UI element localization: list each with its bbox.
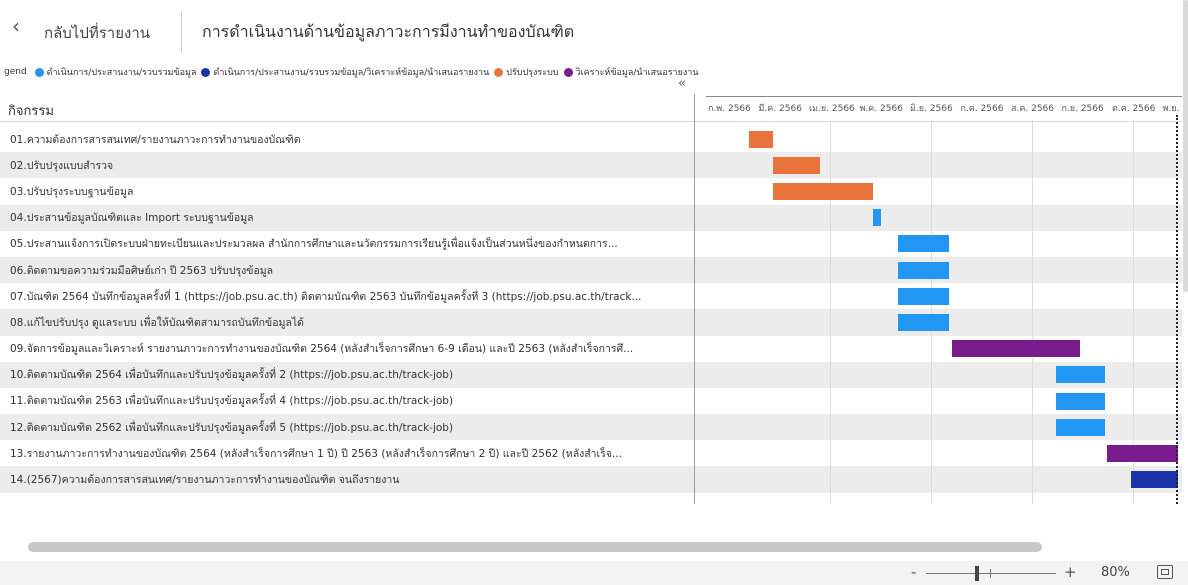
table-row[interactable]: 02.ปรับปรุงแบบสำรวจ [0,152,1182,179]
table-row[interactable]: 06.ติดตามขอความร่วมมือศิษย์เก่า ปี 2563 … [0,256,1182,284]
timeline-month-label: ส.ค. 2566 [1011,104,1055,114]
activity-label[interactable]: 14.(2567)ความต้องการสารสนเทศ/รายงานภาวะก… [10,471,694,488]
activity-label[interactable]: 12.ติดตามบัณฑิต 2562 เพื่อบันทึกและปรับป… [10,419,694,436]
legend-item-label: ดำเนินการ/ประสานงาน/รวบรวมข้อมูล [46,68,197,78]
table-row[interactable]: 10.ติดตามบัณฑิต 2564 เพื่อบันทึกและปรับป… [0,361,1182,388]
header-divider [181,12,182,52]
table-chart-divider[interactable] [694,94,695,504]
legend-item-collect-analyze[interactable]: ดำเนินการ/ประสานงาน/รวบรวมข้อมูล/วิเคราะ… [201,65,489,79]
activity-label[interactable]: 02.ปรับปรุงแบบสำรวจ [10,157,694,174]
table-row[interactable]: 14.(2567)ความต้องการสารสนเทศ/รายงานภาวะก… [0,466,1182,493]
timeline-gridline [830,122,831,504]
activity-column-header: กิจกรรม [8,104,54,119]
report-header: ‹ กลับไปที่รายงาน การดำเนินงานด้านข้อมูล… [0,0,1188,60]
table-row[interactable]: 12.ติดตามบัณฑิต 2562 เพื่อบันทึกและปรับป… [0,414,1182,441]
header-underline [0,121,1182,122]
legend-dot-icon [563,67,573,77]
zoom-slider-track[interactable] [926,573,1056,574]
legend-item-improve-system[interactable]: ปรับปรุงระบบ [494,65,559,79]
legend-item-label: ดำเนินการ/ประสานงาน/รวบรวมข้อมูล/วิเคราะ… [213,68,490,78]
gantt-bar[interactable] [1055,418,1105,436]
table-row[interactable]: 11.ติดตามบัณฑิต 2563 เพื่อบันทึกและปรับป… [0,388,1182,414]
activity-label[interactable]: 10.ติดตามบัณฑิต 2564 เพื่อบันทึกและปรับป… [10,366,694,383]
timeline-month-label: ต.ค. 2566 [1112,104,1156,114]
activity-label[interactable]: 13.รายงานภาวะการทำงานของบัณฑิต 2564 (หลั… [10,445,694,462]
timeline-month-label: ก.พ. 2566 [708,104,751,114]
back-chevron-icon[interactable]: ‹ [12,14,20,38]
table-row[interactable]: 08.แก้ไขปรับปรุง ดูแลระบบ เพื่อให้บัณฑิต… [0,309,1182,336]
timeline-month-label: เม.ย. 2566 [809,104,855,114]
timeline-gridline [1032,122,1033,504]
table-row[interactable]: 04.ประสานข้อมูลบัณฑิตและ Import ระบบฐานข… [0,204,1182,231]
legend-item-collect[interactable]: ดำเนินการ/ประสานงาน/รวบรวมข้อมูล [34,65,197,79]
timeline-ruler [706,96,1182,100]
table-row[interactable]: 03.ปรับปรุงระบบฐานข้อมูล [0,178,1182,204]
table-row[interactable]: 01.ความต้องการสารสนเทศ/รายงานภาวะการทำงา… [0,126,1182,152]
legend: gend ดำเนินการ/ประสานงาน/รวบรวมข้อมูล ดำ… [4,65,703,79]
timeline-month-label: ก.ย. 2566 [1061,104,1104,114]
activity-label[interactable]: 03.ปรับปรุงระบบฐานข้อมูล [10,183,694,200]
zoom-slider-thumb[interactable] [975,566,980,581]
back-to-report-link[interactable]: กลับไปที่รายงาน [44,21,150,45]
page-title: การดำเนินงานด้านข้อมูลภาวะการมีงานทำของบ… [202,22,575,41]
legend-dot-icon [34,67,44,77]
vertical-scrollbar[interactable] [1183,0,1188,292]
legend-item-label: ปรับปรุงระบบ [506,68,559,78]
zoom-out-button[interactable]: - [911,563,916,581]
table-row[interactable]: 07.บัณฑิต 2564 บันทึกข้อมูลครั้งที่ 1 (h… [0,283,1182,309]
activity-label[interactable]: 08.แก้ไขปรับปรุง ดูแลระบบ เพื่อให้บัณฑิต… [10,314,694,331]
gantt-bar[interactable] [1131,471,1178,489]
timeline-month-label: พ.ค. 2566 [859,104,903,114]
table-row[interactable]: 13.รายงานภาวะการทำงานของบัณฑิต 2564 (หลั… [0,440,1182,466]
legend-dot-icon [494,67,504,77]
horizontal-scrollbar[interactable] [28,542,1042,552]
activity-label[interactable]: 09.จัดการข้อมูลและวิเคราะห์ รายงานภาวะกา… [10,340,694,357]
legend-title: gend [4,67,27,77]
zoom-level: 80% [1101,565,1130,580]
activity-label[interactable]: 11.ติดตามบัณฑิต 2563 เพื่อบันทึกและปรับป… [10,392,694,409]
activity-label[interactable]: 01.ความต้องการสารสนเทศ/รายงานภาวะการทำงา… [10,131,694,148]
activity-label[interactable]: 05.ประสานแจ้งการเปิดระบบฝ่ายทะเบียนและปร… [10,235,694,252]
gantt-bar[interactable] [1055,366,1105,384]
gantt-bar[interactable] [897,287,950,305]
activity-label[interactable]: 04.ประสานข้อมูลบัณฑิตและ Import ระบบฐานข… [10,209,694,226]
zoom-default-tick [990,569,991,578]
gantt-bar[interactable] [1107,445,1178,462]
gantt-bar[interactable] [748,130,773,148]
today-marker [1175,115,1178,504]
gantt-bar[interactable] [952,340,1080,358]
timeline-month-label: มิ.ย. 2566 [910,104,953,114]
gantt-rows: 01.ความต้องการสารสนเทศ/รายงานภาวะการทำงา… [0,126,1182,493]
activity-label[interactable]: 07.บัณฑิต 2564 บันทึกข้อมูลครั้งที่ 1 (h… [10,288,694,305]
timeline-month-label: ก.ค. 2566 [960,104,1004,114]
timeline-gridline [931,122,932,504]
gantt-bar[interactable] [772,183,873,200]
fit-to-page-icon[interactable] [1157,565,1173,579]
gantt-bar[interactable] [1055,392,1105,410]
timeline-month-label: มี.ค. 2566 [758,104,802,114]
table-row[interactable]: 05.ประสานแจ้งการเปิดระบบฝ่ายทะเบียนและปร… [0,231,1182,257]
timeline-month-label: พ.ย. [1162,104,1180,114]
gantt-bar[interactable] [772,156,820,174]
collapse-panel-icon[interactable]: « [678,76,686,91]
timeline-month-labels: ก.พ. 2566 มี.ค. 2566 เม.ย. 2566 พ.ค. 2566 มิ… [706,101,1182,115]
gantt-bar[interactable] [872,209,882,227]
gantt-bar[interactable] [897,261,950,279]
zoom-in-button[interactable]: + [1064,563,1077,581]
gantt-bar[interactable] [897,235,950,253]
gantt-bar[interactable] [897,314,950,331]
activity-label[interactable]: 06.ติดตามขอความร่วมมือศิษย์เก่า ปี 2563 … [10,262,694,279]
legend-dot-icon [201,67,211,77]
